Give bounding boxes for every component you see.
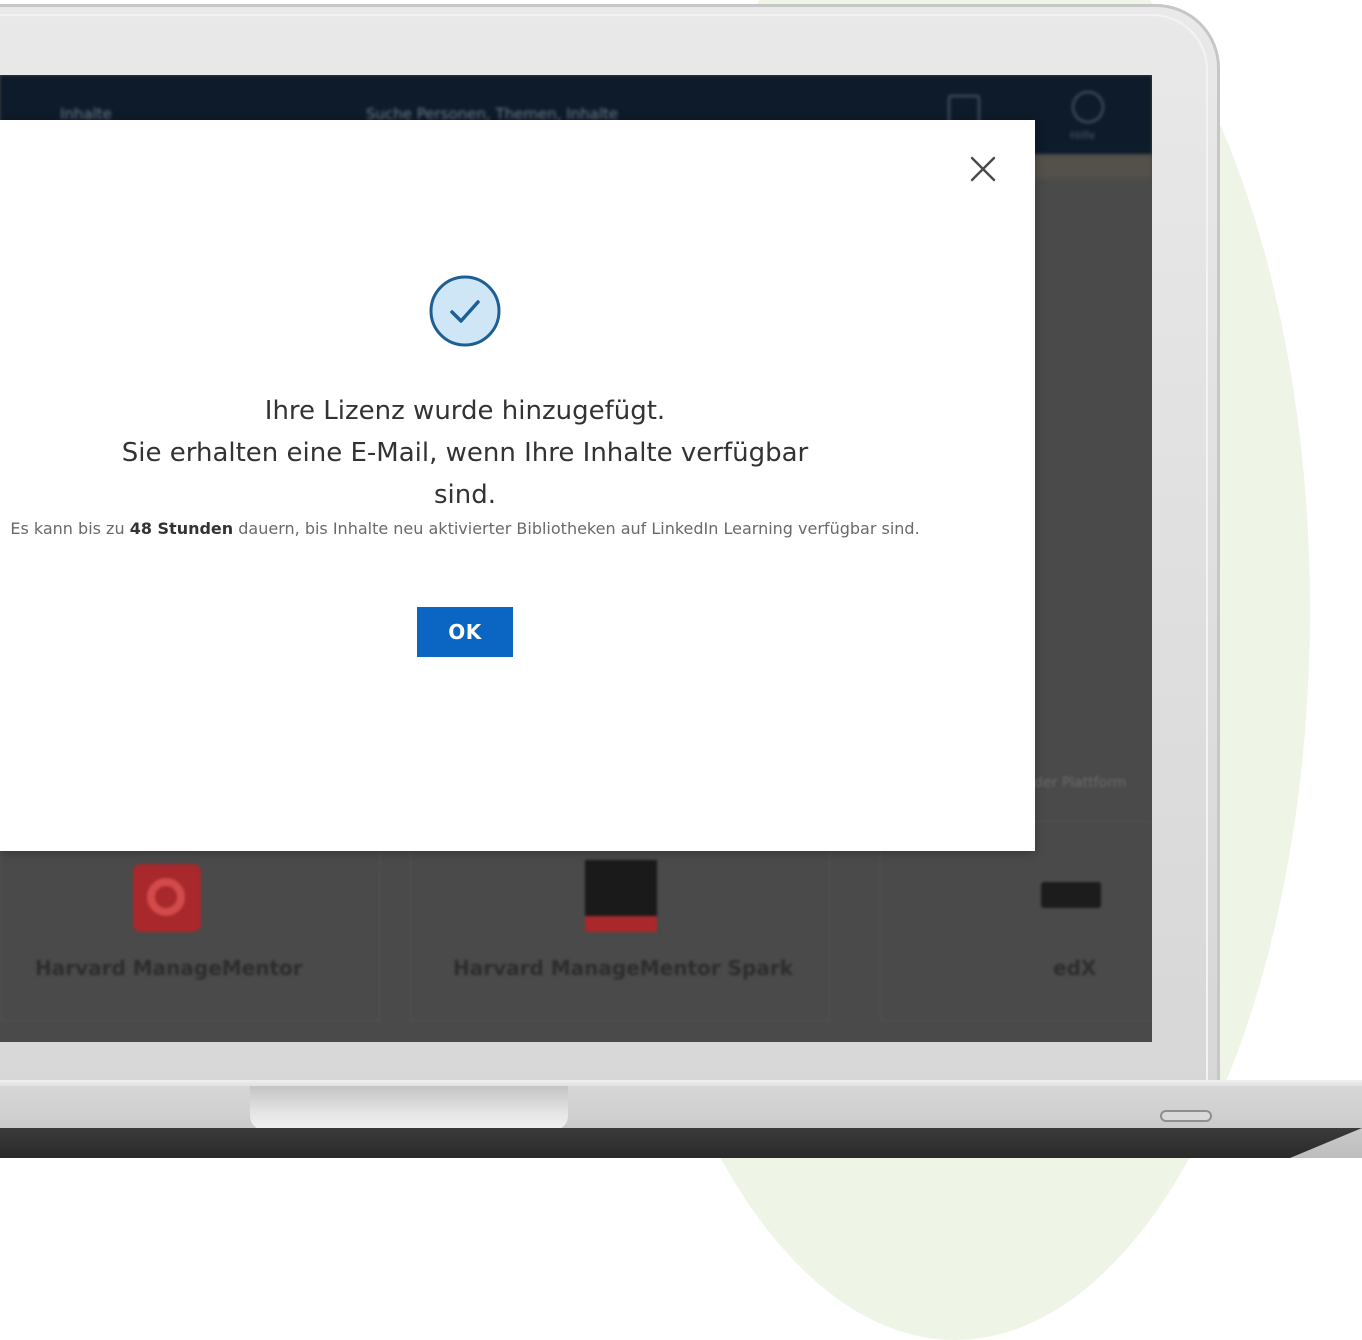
library-tiles: Harvard ManageMentor Harvard ManageMento… bbox=[0, 821, 1152, 1042]
help-icon[interactable] bbox=[1072, 91, 1104, 123]
dialog-headline-line1: Ihre Lizenz wurde hinzugefügt. bbox=[264, 396, 666, 426]
laptop-hinge-notch bbox=[250, 1086, 568, 1130]
close-button[interactable] bbox=[966, 152, 1000, 186]
library-tile-label: Harvard ManageMentor Spark bbox=[453, 956, 793, 980]
dialog-subtext: Es kann bis zu 48 Stunden dauern, bis In… bbox=[0, 514, 930, 544]
laptop-screen: Inhalte Suche Personen, Themen, Inhalte … bbox=[0, 75, 1152, 1042]
library-tile[interactable]: Harvard ManageMentor bbox=[0, 821, 380, 1021]
underlay-side-text: der Plattform bbox=[1034, 775, 1127, 791]
library-tile-label: Harvard ManageMentor bbox=[35, 956, 303, 980]
laptop-indicator-light bbox=[1160, 1110, 1212, 1122]
dialog-subtext-suffix: dauern, bis Inhalte neu aktivierter Bibl… bbox=[233, 519, 920, 538]
library-tile[interactable]: edX bbox=[880, 821, 1152, 1021]
edx-logo bbox=[1041, 882, 1101, 908]
harvard-managementor-spark-logo bbox=[585, 860, 657, 932]
library-tile[interactable]: Harvard ManageMentor Spark bbox=[410, 821, 830, 1021]
license-added-dialog: Ihre Lizenz wurde hinzugefügt. Sie erhal… bbox=[0, 120, 1035, 851]
laptop-base-shadow bbox=[0, 1128, 1362, 1158]
ok-button[interactable]: OK bbox=[417, 607, 513, 657]
dialog-subtext-prefix: Es kann bis zu bbox=[10, 519, 130, 538]
dialog-headline-line2: Sie erhalten eine E-Mail, wenn Ihre Inha… bbox=[121, 438, 809, 510]
close-icon bbox=[970, 156, 996, 182]
dialog-subtext-duration: 48 Stunden bbox=[129, 519, 234, 538]
harvard-managementor-logo bbox=[133, 864, 201, 932]
dialog-headline: Ihre Lizenz wurde hinzugefügt. Sie erhal… bbox=[0, 390, 930, 516]
library-tile-label: edX bbox=[1053, 956, 1097, 980]
checkmark-circle-icon bbox=[428, 274, 502, 348]
help-label: Hilfe bbox=[1070, 129, 1096, 142]
